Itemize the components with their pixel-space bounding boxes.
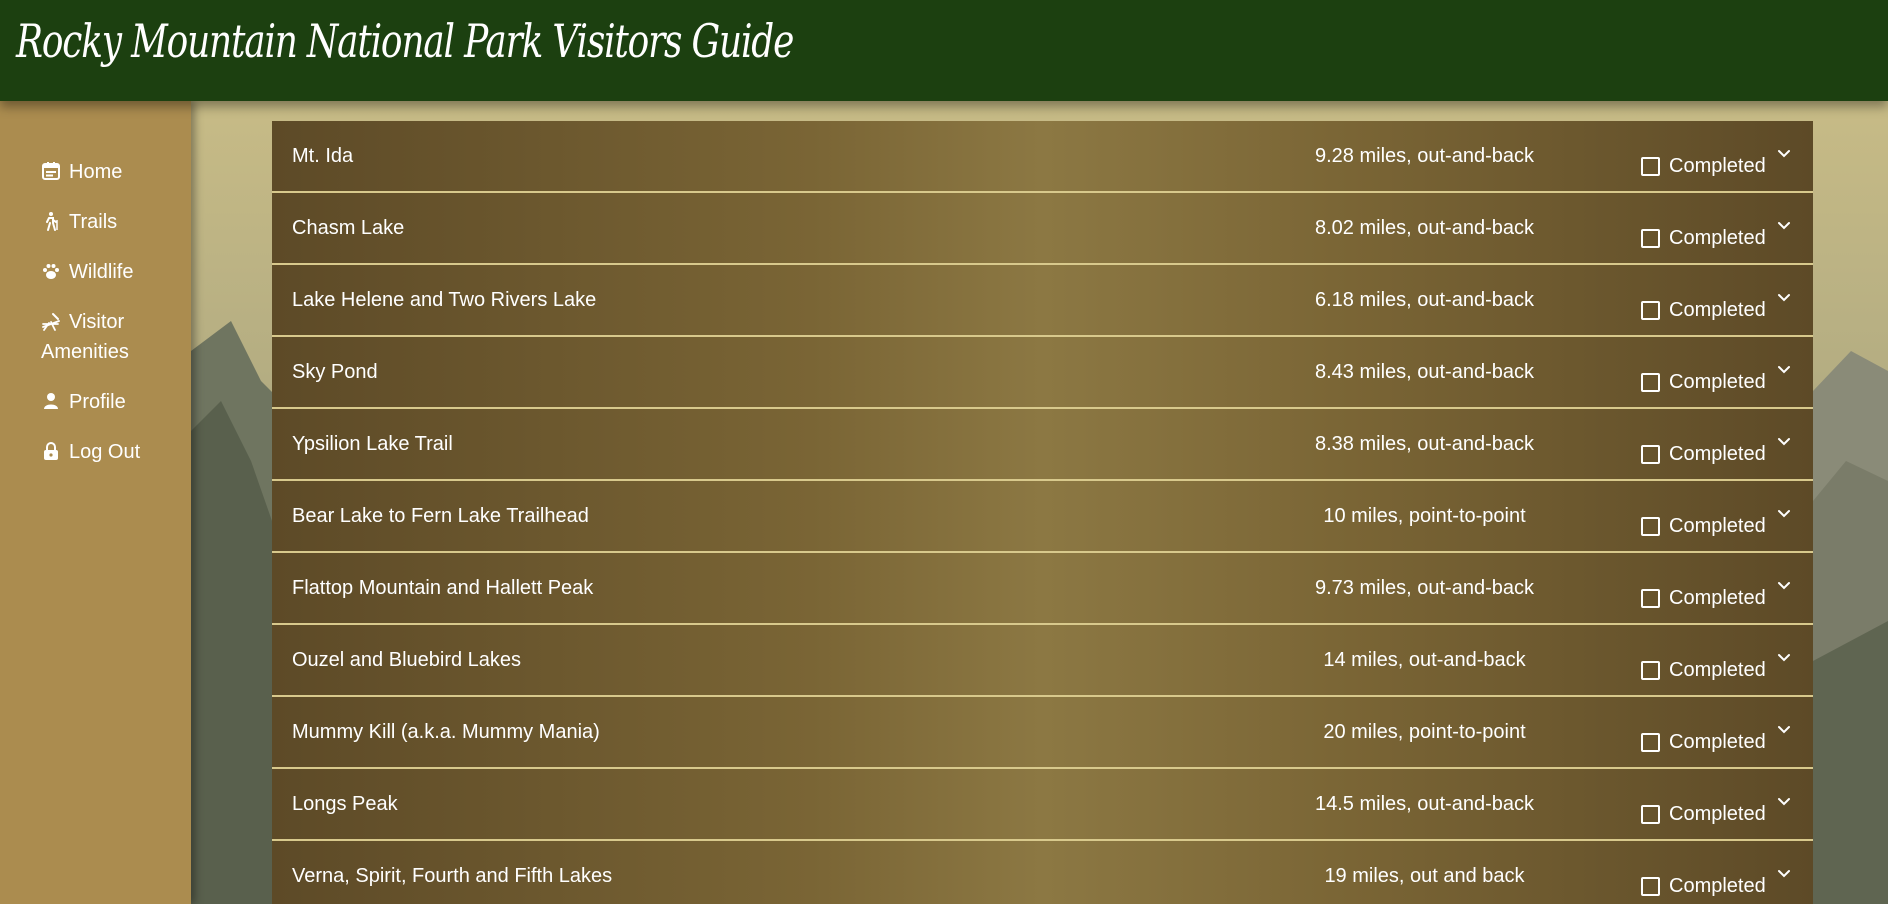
- user-icon: [41, 391, 61, 411]
- chevron-down-icon[interactable]: [1777, 653, 1791, 663]
- paw-icon: [41, 261, 61, 281]
- completed-label: Completed: [1669, 731, 1766, 753]
- trail-row[interactable]: Verna, Spirit, Fourth and Fifth Lakes 19 …: [272, 841, 1813, 904]
- trail-distance: 20 miles, point-to-point: [1323, 721, 1526, 743]
- trail-name: Verna, Spirit, Fourth and Fifth Lakes: [292, 865, 613, 887]
- completed-label: Completed: [1669, 227, 1766, 249]
- trail-row[interactable]: Mummy Kill (a.k.a. Mummy Mania) 20 miles,…: [272, 697, 1813, 769]
- completed-checkbox[interactable]: [1641, 733, 1660, 752]
- sidebar-item-visitor-amenities[interactable]: Visitor Amenities: [41, 307, 181, 367]
- trail-row[interactable]: Longs Peak 14.5 miles, out-and-back Comple…: [272, 769, 1813, 841]
- completed-checkbox[interactable]: [1641, 517, 1660, 536]
- sidebar-nav: Home Trails Wildlife Visitor Amenities P…: [41, 157, 181, 487]
- trail-row[interactable]: Mt. Ida 9.28 miles, out-and-back Completed: [272, 121, 1813, 193]
- trail-row[interactable]: Chasm Lake 8.02 miles, out-and-back Comple…: [272, 193, 1813, 265]
- sidebar-item-profile[interactable]: Profile: [41, 387, 181, 417]
- trail-distance: 10 miles, point-to-point: [1323, 505, 1526, 527]
- completed-checkbox[interactable]: [1641, 661, 1660, 680]
- completed-label: Completed: [1669, 803, 1766, 825]
- chevron-down-icon[interactable]: [1777, 797, 1791, 807]
- chevron-down-icon[interactable]: [1777, 293, 1791, 303]
- completed-label: Completed: [1669, 515, 1766, 537]
- trail-row[interactable]: Ypsilion Lake Trail 8.38 miles, out-and-b…: [272, 409, 1813, 481]
- trail-distance: 9.28 miles, out-and-back: [1314, 145, 1534, 167]
- chevron-down-icon[interactable]: [1777, 365, 1791, 375]
- chevron-down-icon[interactable]: [1777, 725, 1791, 735]
- trail-name: Flattop Mountain and Hallett Peak: [292, 577, 594, 599]
- completed-label: Completed: [1669, 371, 1766, 393]
- completed-checkbox[interactable]: [1641, 157, 1660, 176]
- chevron-down-icon[interactable]: [1777, 221, 1791, 231]
- completed-label: Completed: [1669, 155, 1766, 177]
- completed-label: Completed: [1669, 659, 1766, 681]
- sidebar-item-wildlife[interactable]: Wildlife: [41, 257, 181, 287]
- calendar-icon: [41, 161, 61, 181]
- completed-checkbox[interactable]: [1641, 589, 1660, 608]
- sidebar-item-label: Wildlife: [69, 261, 134, 283]
- trail-list: Mt. Ida 9.28 miles, out-and-back Completed…: [272, 121, 1813, 904]
- site-header: Rocky Mountain National Park Visitors Gu…: [0, 0, 1888, 101]
- hiker-icon: [41, 211, 61, 231]
- trail-distance: 19 miles, out and back: [1324, 865, 1525, 887]
- trail-row[interactable]: Sky Pond 8.43 miles, out-and-back Complete…: [272, 337, 1813, 409]
- completed-checkbox[interactable]: [1641, 877, 1660, 896]
- trail-distance: 8.38 miles, out-and-back: [1314, 433, 1534, 455]
- trail-row[interactable]: Ouzel and Bluebird Lakes 14 miles, out-an…: [272, 625, 1813, 697]
- completed-label: Completed: [1669, 299, 1766, 321]
- completed-checkbox[interactable]: [1641, 445, 1660, 464]
- lock-icon: [41, 441, 61, 461]
- trail-name: Lake Helene and Two Rivers Lake: [292, 289, 597, 311]
- completed-checkbox[interactable]: [1641, 301, 1660, 320]
- sidebar-item-label: Trails: [69, 211, 118, 233]
- chevron-down-icon[interactable]: [1777, 437, 1791, 447]
- trail-row[interactable]: Bear Lake to Fern Lake Trailhead 10 miles…: [272, 481, 1813, 553]
- trail-distance: 9.73 miles, out-and-back: [1314, 577, 1534, 599]
- sidebar-item-label: Profile: [69, 391, 126, 413]
- trail-row[interactable]: Flattop Mountain and Hallett Peak 9.73 mi…: [272, 553, 1813, 625]
- sidebar-item-label: Home: [69, 161, 123, 183]
- completed-checkbox[interactable]: [1641, 229, 1660, 248]
- chevron-down-icon[interactable]: [1777, 149, 1791, 159]
- completed-label: Completed: [1669, 587, 1766, 609]
- trail-distance: 8.02 miles, out-and-back: [1314, 217, 1534, 239]
- trail-name: Mt. Ida: [292, 145, 354, 167]
- trail-name: Bear Lake to Fern Lake Trailhead: [292, 505, 589, 527]
- completed-label: Completed: [1669, 875, 1766, 897]
- trail-name: Chasm Lake: [292, 217, 405, 239]
- sidebar-item-trails[interactable]: Trails: [41, 207, 181, 237]
- trail-name: Ypsilion Lake Trail: [292, 433, 453, 455]
- trail-distance: 14 miles, out-and-back: [1323, 649, 1526, 671]
- chevron-down-icon[interactable]: [1777, 869, 1791, 879]
- chevron-down-icon[interactable]: [1777, 509, 1791, 519]
- sidebar: Home Trails Wildlife Visitor Amenities P…: [0, 101, 191, 904]
- trail-distance: 14.5 miles, out-and-back: [1314, 793, 1534, 815]
- picnic-icon: [41, 311, 61, 331]
- completed-checkbox[interactable]: [1641, 373, 1660, 392]
- completed-checkbox[interactable]: [1641, 805, 1660, 824]
- completed-label: Completed: [1669, 443, 1766, 465]
- chevron-down-icon[interactable]: [1777, 581, 1791, 591]
- trail-name: Mummy Kill (a.k.a. Mummy Mania): [292, 721, 600, 743]
- trail-distance: 6.18 miles, out-and-back: [1314, 289, 1534, 311]
- sidebar-item-label: Log Out: [69, 441, 141, 463]
- sidebar-item-log-out[interactable]: Log Out: [41, 437, 181, 467]
- sidebar-item-home[interactable]: Home: [41, 157, 181, 187]
- site-title: Rocky Mountain National Park Visitors Gu…: [16, 14, 794, 68]
- trail-row[interactable]: Lake Helene and Two Rivers Lake 6.18 mile…: [272, 265, 1813, 337]
- trail-name: Ouzel and Bluebird Lakes: [292, 649, 522, 671]
- trail-distance: 8.43 miles, out-and-back: [1314, 361, 1534, 383]
- trail-name: Sky Pond: [292, 361, 378, 383]
- trail-name: Longs Peak: [292, 793, 398, 815]
